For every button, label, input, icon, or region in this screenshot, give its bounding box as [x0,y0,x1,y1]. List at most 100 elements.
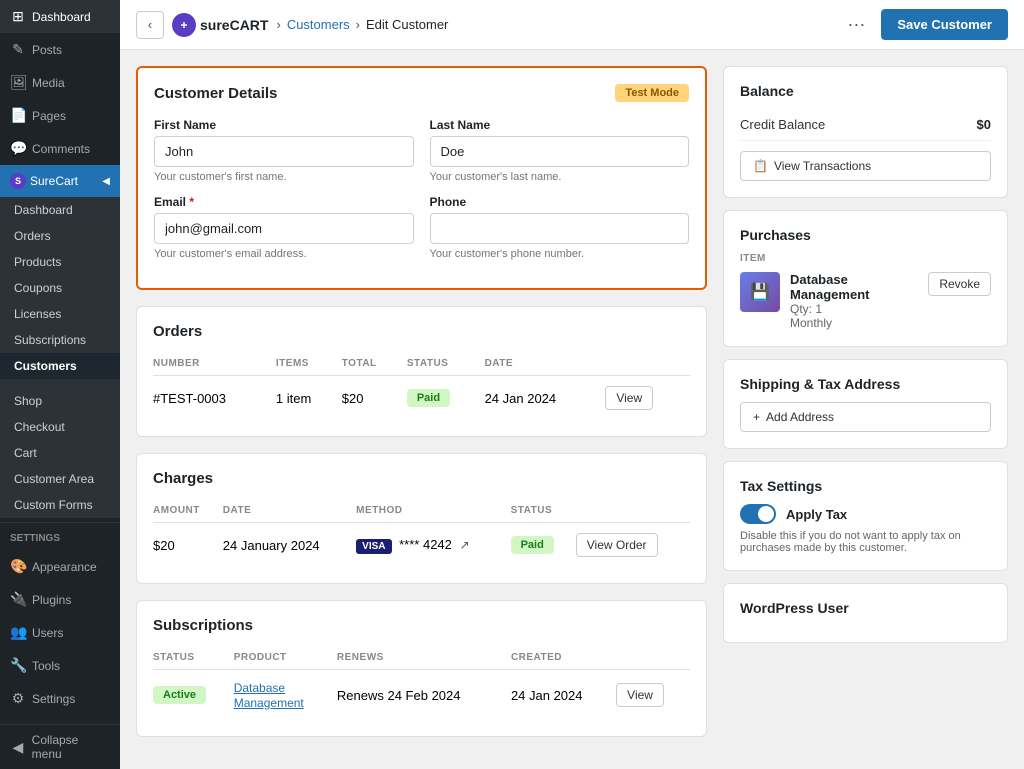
customer-details-title: Customer Details [154,85,277,102]
sidebar-item-sc-shop[interactable]: Shop [0,388,120,414]
add-address-label: Add Address [766,410,834,424]
more-options-button[interactable]: ··· [839,10,873,39]
sidebar-item-sc-cart[interactable]: Cart [0,440,120,466]
charge-date: 24 January 2024 [223,523,356,568]
sidebar-item-sc-coupons[interactable]: Coupons [0,275,120,301]
orders-col-total: TOTAL [342,352,407,376]
sidebar-item-sc-customers[interactable]: Customers [0,353,120,379]
sidebar-item-comments[interactable]: 💬 Comments [0,132,120,165]
credit-balance-label: Credit Balance [740,117,825,132]
sidebar-item-sc-customer-area[interactable]: Customer Area [0,466,120,492]
dashboard-icon: ⊞ [10,8,26,25]
wp-sidebar: ⊞ Dashboard ✎ Posts 🖼 Media 📄 Pages 💬 Co… [0,0,120,769]
charges-col-method: METHOD [356,499,510,523]
phone-label: Phone [430,195,690,209]
sidebar-item-label: Pages [32,109,66,123]
charge-action: View Order [576,523,690,568]
edit-customer-breadcrumb: Edit Customer [366,17,448,32]
sub-view-button[interactable]: View [616,683,664,707]
view-order-button[interactable]: View Order [576,533,658,557]
sidebar-item-appearance[interactable]: 🎨 Appearance [0,550,120,583]
credit-balance-row: Credit Balance $0 [740,109,991,141]
media-icon: 🖼 [10,74,26,91]
sidebar-item-sc-checkout[interactable]: Checkout [0,414,120,440]
orders-table: NUMBER ITEMS TOTAL STATUS DATE #TEST-000… [153,352,690,420]
collapse-icon: ◀ [10,739,26,756]
last-name-input[interactable] [430,136,690,167]
phone-group: Phone Your customer's phone number. [430,195,690,260]
revoke-button[interactable]: Revoke [928,272,991,296]
email-group: Email * Your customer's email address. [154,195,414,260]
charges-card: Charges AMOUNT DATE METHOD STATUS [136,453,707,584]
customer-details-card: Customer Details Test Mode First Name Yo… [136,66,707,290]
sidebar-item-pages[interactable]: 📄 Pages [0,99,120,132]
content-area: Customer Details Test Mode First Name Yo… [120,50,1024,769]
email-input[interactable] [154,213,414,244]
sidebar-item-label: Dashboard [32,10,91,24]
sub-col-renews: RENEWS [337,646,511,670]
view-transactions-button[interactable]: 📋 View Transactions [740,151,991,181]
apply-tax-row: Apply Tax [740,504,991,524]
sidebar-item-sc-subscriptions[interactable]: Subscriptions [0,327,120,353]
customers-breadcrumb[interactable]: Customers [287,17,350,32]
subscriptions-table: STATUS PRODUCT RENEWS CREATED Active Dat… [153,646,690,720]
settings-icon: ⚙ [10,690,26,707]
table-row: $20 24 January 2024 VISA **** 4242 ↗ Pai… [153,523,690,568]
add-address-button[interactable]: + Add Address [740,402,991,432]
surecart-collapse-icon: ◀ [102,176,110,187]
order-items: 1 item [276,376,342,421]
purchase-billing: Monthly [790,316,918,330]
sidebar-item-sc-orders[interactable]: Orders [0,223,120,249]
collapse-menu-button[interactable]: ◀ Collapse menu [0,724,120,769]
sidebar-item-media[interactable]: 🖼 Media [0,66,120,99]
sidebar-item-tools[interactable]: 🔧 Tools [0,649,120,682]
phone-input[interactable] [430,213,690,244]
settings-header: Settings [0,527,120,550]
purchase-info: Database Management Qty: 1 Monthly [790,272,918,330]
last-name-label: Last Name [430,118,690,132]
table-row: Active DatabaseManagement Renews 24 Feb … [153,670,690,721]
sidebar-item-plugins[interactable]: 🔌 Plugins [0,583,120,616]
first-name-input[interactable] [154,136,414,167]
apply-tax-hint: Disable this if you do not want to apply… [740,530,991,554]
balance-title: Balance [740,83,991,99]
sidebar-item-dashboard[interactable]: ⊞ Dashboard [0,0,120,33]
sidebar-item-sc-custom-forms[interactable]: Custom Forms [0,492,120,518]
sub-product-link[interactable]: DatabaseManagement [234,681,304,710]
save-customer-button[interactable]: Save Customer [881,9,1008,40]
sidebar-item-users[interactable]: 👥 Users [0,616,120,649]
sidebar-item-label: Posts [32,43,62,57]
orders-col-items: ITEMS [276,352,342,376]
orders-col-number: NUMBER [153,352,276,376]
right-sidebar: Balance Credit Balance $0 📋 View Transac… [723,66,1008,753]
orders-col-action [605,352,690,376]
purchases-title: Purchases [740,227,991,243]
charge-method: VISA **** 4242 ↗ [356,523,510,568]
sidebar-item-posts[interactable]: ✎ Posts [0,33,120,66]
purchase-thumbnail: 💾 [740,272,780,312]
email-required-marker: * [189,195,194,209]
sidebar-item-surecart[interactable]: S SureCart ◀ [0,165,120,197]
test-mode-badge: Test Mode [615,84,689,102]
order-status: Paid [407,376,485,421]
email-label: Email * [154,195,414,209]
orders-card: Orders NUMBER ITEMS TOTAL STATUS DATE [136,306,707,437]
sidebar-item-sc-products[interactable]: Products [0,249,120,275]
purchase-item-row: 💾 Database Management Qty: 1 Monthly Rev… [740,272,991,330]
breadcrumb-sep2: › [356,17,360,32]
sidebar-item-sc-licenses[interactable]: Licenses [0,301,120,327]
wordpress-user-card: WordPress User [723,583,1008,643]
users-icon: 👥 [10,624,26,641]
surecart-logo-icon [172,13,196,37]
order-view-button[interactable]: View [605,386,653,410]
sub-action: View [616,670,690,721]
apply-tax-toggle[interactable] [740,504,776,524]
sidebar-item-settings[interactable]: ⚙ Settings [0,682,120,715]
phone-hint: Your customer's phone number. [430,248,690,260]
external-link-icon[interactable]: ↗ [460,538,470,552]
orders-title: Orders [153,323,690,340]
charges-table: AMOUNT DATE METHOD STATUS $20 24 January… [153,499,690,567]
sidebar-item-sc-dashboard[interactable]: Dashboard [0,197,120,223]
back-button[interactable]: ‹ [136,11,164,39]
tax-settings-title: Tax Settings [740,478,991,494]
